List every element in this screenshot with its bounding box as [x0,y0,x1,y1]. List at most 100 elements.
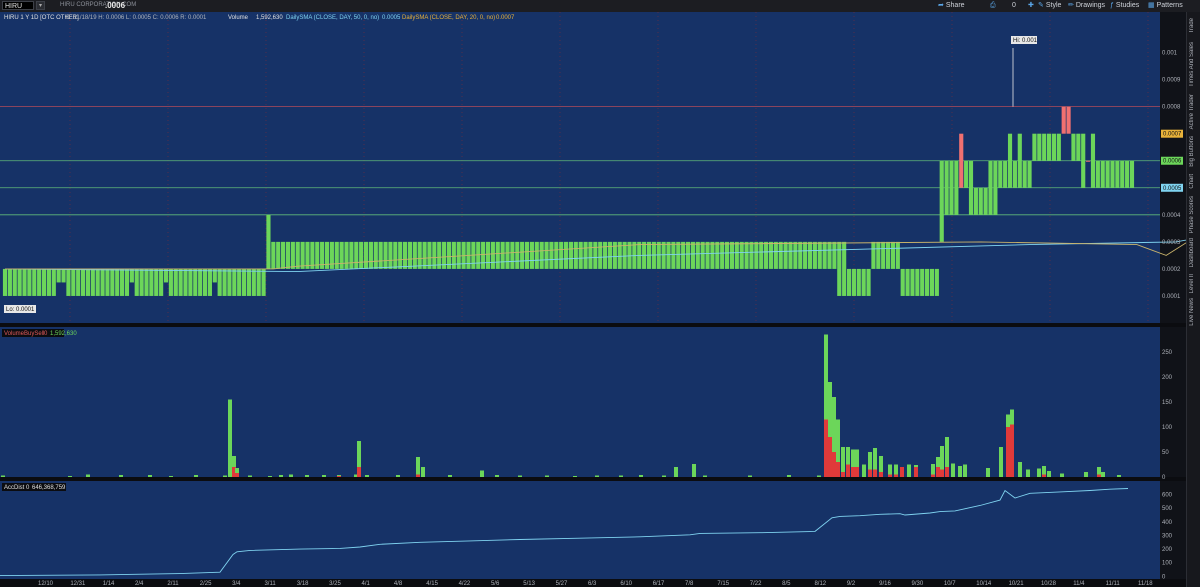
accdist-panel [0,481,1160,579]
x-tick-label: 7/15 [717,581,729,587]
volume-bar [1047,471,1051,477]
x-tick-label: 7/22 [750,581,762,587]
price-bar [666,241,671,269]
price-bar [734,241,739,269]
price-bar [281,241,286,269]
price-bar [515,241,520,269]
price-bar [144,268,149,296]
price-bar [895,241,900,269]
style-button[interactable]: ✎ Style [1038,1,1061,11]
lo-label: Lo: 0.0001 [6,307,35,313]
price-bar [412,241,417,269]
volume-bar [1084,472,1088,477]
price-bar [485,241,491,269]
price-bar [256,268,261,296]
price-bar [724,241,730,269]
price-bar [61,268,66,283]
sidebar-item-times-and-sales[interactable]: Times And Sales [1189,42,1195,87]
volume-bar [1,475,5,477]
volume-bar [1026,469,1030,477]
studies-icon: ƒ [1110,2,1114,9]
volume-sell-bar [900,467,904,477]
x-tick-label: 6/3 [588,581,597,587]
price-bar [202,268,208,296]
price-axis [1160,12,1186,323]
share-button[interactable]: ➦ Share [938,1,965,11]
price-bar [193,268,198,296]
price-bar [705,241,710,269]
chart-area[interactable]: 0.0001 0.0002 0.0003 0.0004 0.0005 0.0006 0.00… [0,12,1186,587]
price-bar [159,268,164,296]
studies-button[interactable]: ƒ Studies [1110,1,1139,11]
sidebar-item-active-trader[interactable]: Active Trader [1189,94,1195,129]
sidebar-item-trade[interactable]: Trade [1189,18,1195,33]
price-bar [1032,133,1037,161]
price-bar [764,241,769,269]
symbol-dropdown[interactable]: ▾ [36,1,45,10]
price-bar [349,241,354,269]
drawings-button[interactable]: ✏ Drawings [1068,1,1105,11]
volume-bar [703,475,707,477]
volume-tick-label: 150 [1162,400,1173,406]
price-bar [793,241,798,269]
volume-sell-bar [940,469,944,477]
x-tick-label: 9/2 [847,581,856,587]
volume-sell-bar [879,472,883,477]
price-bar [46,268,51,296]
sidebar-item-dashboard[interactable]: Dashboard [1189,238,1195,267]
sidebar-item-big-buttons[interactable]: Big Buttons [1189,136,1195,167]
volume-bar [787,475,791,477]
price-bar [978,187,983,215]
sidebar-item-live-news[interactable]: Live News [1189,298,1195,326]
counter: 0 [1012,2,1016,9]
volume-sell-bar [846,464,850,477]
patterns-button[interactable]: ▦ Patterns [1148,1,1183,11]
accdist-tick-label: 600 [1162,493,1173,499]
price-bar [700,241,705,269]
accdist-title: AccDist [4,485,25,491]
x-tick-label: 4/22 [459,581,471,587]
price-bar [695,241,700,269]
price-bar [422,241,427,269]
price-bar [1125,160,1130,188]
price-bar [563,241,569,269]
x-tick-label: 8/12 [814,581,826,587]
price-bar [524,241,530,269]
price-bar [710,241,715,269]
volume-sell-bar [832,452,836,477]
price-bar [237,268,242,296]
volume-bar [248,475,252,477]
symbol-input[interactable]: HIRU [2,1,34,10]
crosshair-button[interactable]: ✚ [1028,1,1036,11]
price-bar [1095,160,1100,188]
price-bar [173,268,178,296]
price-bar [290,241,295,269]
price-bar [476,241,481,269]
sidebar-item-level-ii[interactable]: Level II [1189,274,1195,293]
share-icon: ➦ [938,2,944,9]
price-tick-label: 0.0009 [1162,78,1181,84]
sidebar-item-chart[interactable]: Chart [1189,174,1195,189]
price-bar [398,241,403,269]
volume-bar [862,464,866,477]
price-bar [1081,133,1086,188]
price-bar [115,268,120,296]
price-bar [354,241,359,269]
price-bar [603,241,608,269]
price-bar [988,160,993,215]
volume-bar [986,468,990,477]
price-bar [500,241,505,269]
ohlc-readout: D: 11/18/19 H: 0.0006 L: 0.0005 C: 0.000… [66,15,207,21]
price-bar [329,241,334,269]
price-bar [573,241,578,269]
print-button[interactable]: ⎙ [990,1,998,11]
price-bar [944,160,949,215]
volume-bar [963,464,967,477]
price-bar [241,268,247,296]
price-bar [534,241,539,269]
hi-label: Hi: 0.001 [1013,38,1038,44]
volume-bar [194,475,198,477]
volume-panel [0,327,1160,477]
sidebar-item-phase-scores[interactable]: Phase Scores [1189,196,1195,233]
price-bar [402,241,408,269]
